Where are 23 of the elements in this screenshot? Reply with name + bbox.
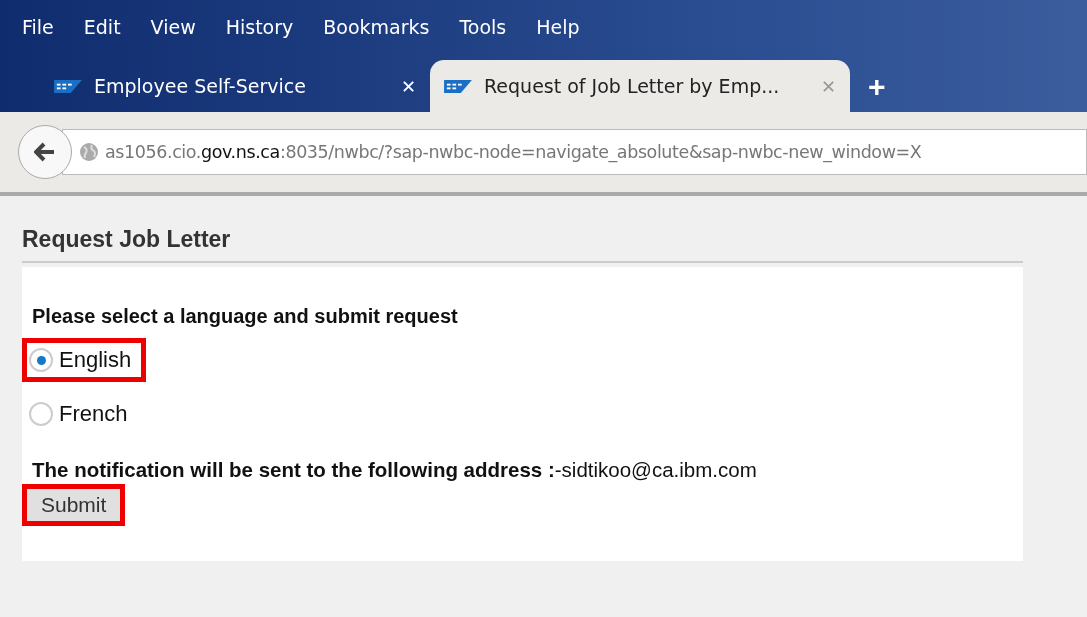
sap-logo-icon: [444, 79, 472, 93]
instruction-text: Please select a language and submit request: [32, 305, 459, 328]
submit-button[interactable]: Submit: [22, 484, 126, 526]
back-arrow-icon: [34, 142, 56, 162]
globe-icon: [79, 142, 99, 162]
sap-logo-icon: [54, 79, 82, 93]
menu-item[interactable]: Bookmarks: [323, 16, 430, 38]
browser-tab[interactable]: Request of Job Letter by Emp... ✕: [430, 60, 850, 112]
notification-text: The notification will be sent to the following address :-sidtikoo@ca.ibm.com: [32, 458, 758, 482]
menu-item[interactable]: Help: [536, 16, 580, 38]
menu-item[interactable]: File: [22, 16, 54, 38]
close-tab-icon[interactable]: ✕: [400, 75, 416, 97]
address-field[interactable]: as1056.cio.gov.ns.ca:8035/nwbc/?sap-nwbc-node=navigate_absolute&sap-nwbc-new_window=X: [62, 129, 1087, 175]
highlighted-radio-option[interactable]: English: [22, 338, 147, 382]
menu-item[interactable]: Tools: [459, 16, 507, 38]
menu-item[interactable]: View: [150, 16, 196, 38]
back-button[interactable]: [18, 125, 72, 179]
menu-item[interactable]: History: [225, 16, 294, 38]
new-tab-button[interactable]: +: [868, 70, 886, 104]
page-title: Request Job Letter: [22, 226, 1023, 263]
radio-option[interactable]: French: [22, 392, 143, 436]
browser-tab[interactable]: Employee Self-Service ✕: [40, 60, 430, 112]
menu-item[interactable]: Edit: [83, 16, 121, 38]
